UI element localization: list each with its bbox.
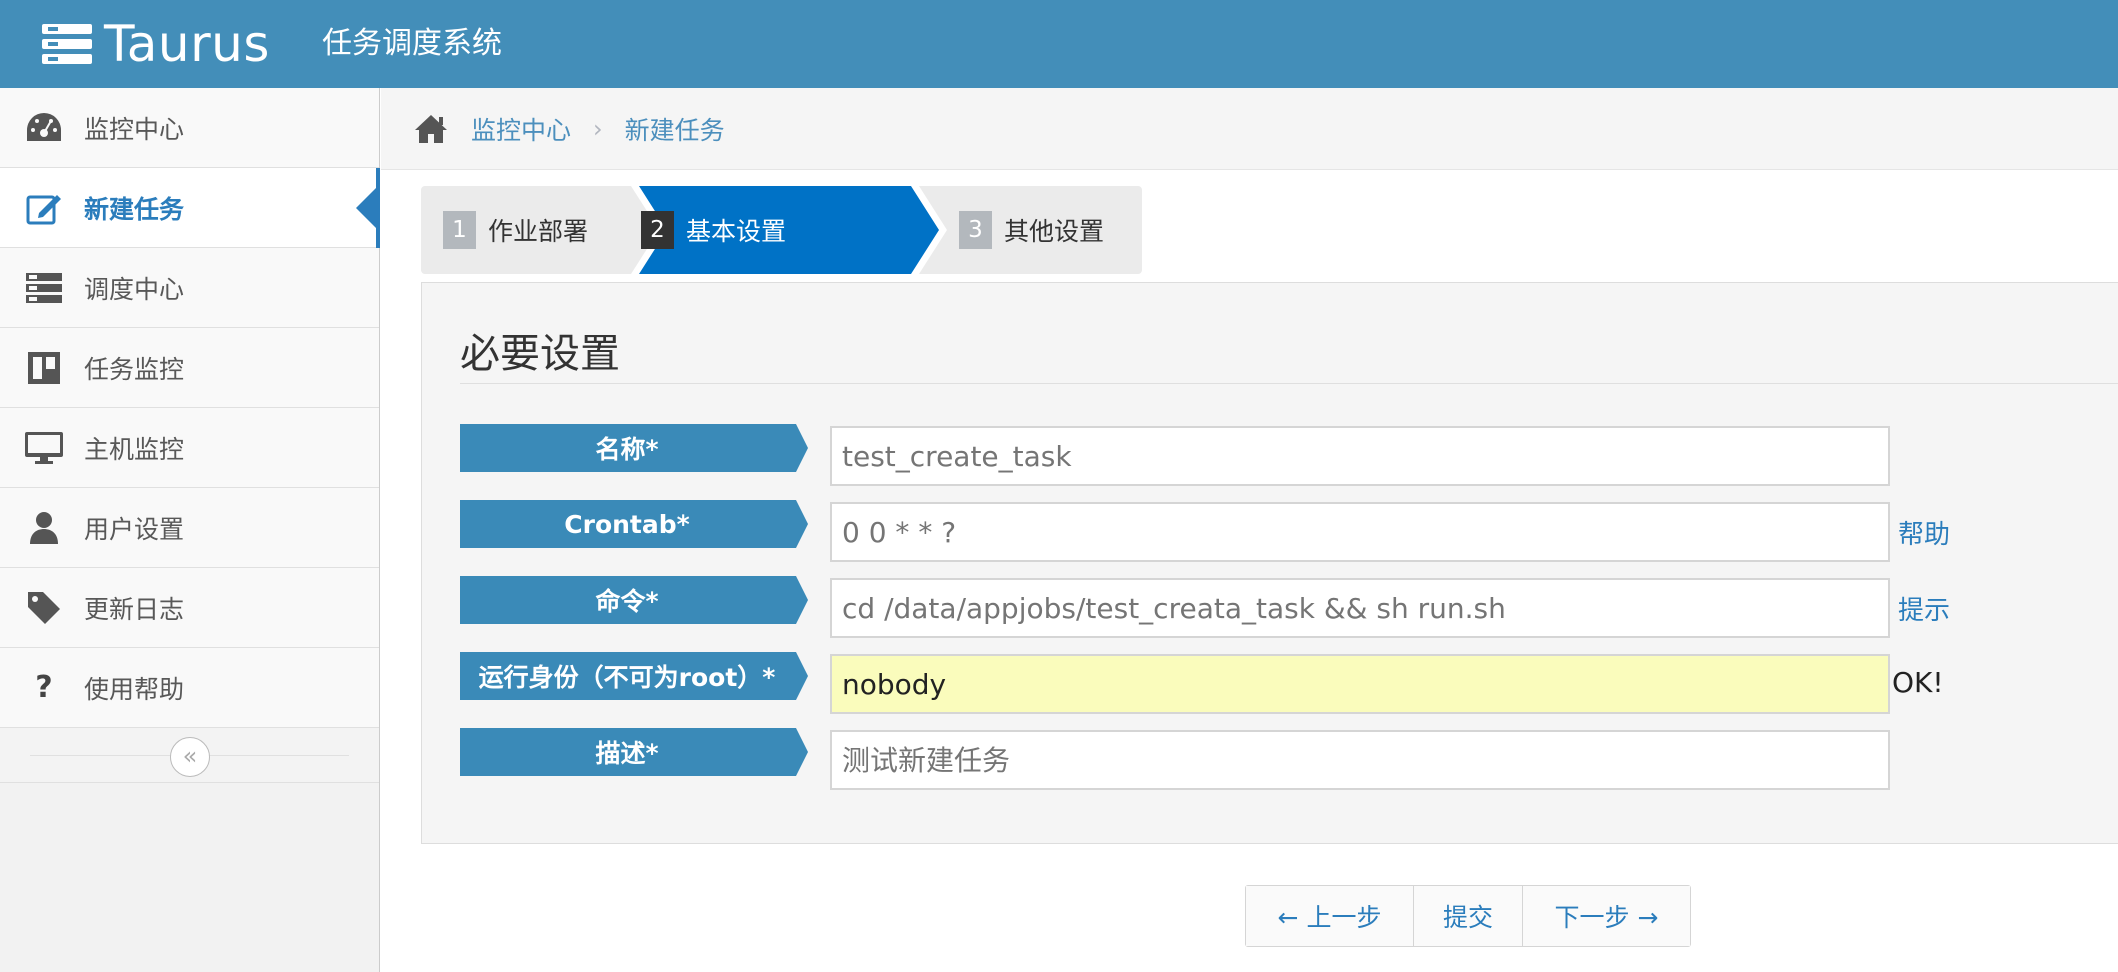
top-navbar: Taurus 任务调度系统 <box>0 0 2118 88</box>
sidebar-item-label: 任务监控 <box>84 354 185 384</box>
step-label: 作业部署 <box>488 217 589 246</box>
sidebar-item-label: 使用帮助 <box>84 674 185 704</box>
collapse-sidebar-button[interactable]: « <box>170 737 210 777</box>
sidebar-item-monitor-center[interactable]: 监控中心 <box>0 88 379 168</box>
run-as-user-input[interactable] <box>830 654 1890 714</box>
sidebar-item-label: 更新日志 <box>84 594 185 624</box>
desktop-icon <box>22 426 66 470</box>
dashboard-icon <box>22 106 66 150</box>
field-label: 描述* <box>460 728 808 776</box>
sidebar-item-user-settings[interactable]: 用户设置 <box>0 488 379 568</box>
sidebar-collapse-bar: « <box>0 728 379 783</box>
server-icon <box>22 266 66 310</box>
section-title: 必要设置 <box>460 331 620 377</box>
submit-button[interactable]: 提交 <box>1414 886 1523 946</box>
breadcrumb-link-monitor-center[interactable]: 监控中心 <box>471 111 571 147</box>
sidebar-item-label: 主机监控 <box>84 434 185 464</box>
command-hint-link[interactable]: 提示 <box>1898 590 1950 627</box>
wizard-step-3[interactable]: 3 其他设置 <box>959 186 1104 274</box>
form-panel: 必要设置 名称* Crontab* 帮助 命令* 提示 运行身份（不可为root… <box>421 282 2118 844</box>
breadcrumb-current: 新建任务 <box>624 115 725 145</box>
system-subtitle: 任务调度系统 <box>322 26 502 61</box>
tag-icon <box>22 586 66 630</box>
step-number: 1 <box>443 211 476 249</box>
question-icon: ? <box>35 670 53 705</box>
brand-link[interactable]: Taurus <box>42 0 270 88</box>
crontab-input[interactable] <box>830 502 1890 562</box>
brand-name: Taurus <box>104 15 270 73</box>
sidebar: 监控中心 新建任务 调度中心 任务监控 主机监控 用户设置 更新日志 ? 使用帮… <box>0 88 380 972</box>
command-input[interactable] <box>830 578 1890 638</box>
wizard-steps: 1 作业部署 2 基本设置 3 其他设置 <box>421 186 1142 274</box>
sidebar-item-changelog[interactable]: 更新日志 <box>0 568 379 648</box>
home-icon[interactable] <box>413 111 449 147</box>
sidebar-item-host-monitor[interactable]: 主机监控 <box>0 408 379 488</box>
description-input[interactable] <box>830 730 1890 790</box>
divider <box>460 383 2118 384</box>
user-icon <box>22 506 66 550</box>
sidebar-item-schedule-center[interactable]: 调度中心 <box>0 248 379 328</box>
name-input[interactable] <box>830 426 1890 486</box>
brand-logo-icon <box>42 24 92 64</box>
edit-icon <box>22 186 66 230</box>
breadcrumb: 监控中心 › 新建任务 <box>381 88 2118 170</box>
sidebar-item-label: 新建任务 <box>84 194 185 224</box>
field-label: 命令* <box>460 576 808 624</box>
previous-step-button[interactable]: ← 上一步 <box>1246 886 1414 946</box>
wizard-step-2[interactable]: 2 基本设置 <box>641 186 786 274</box>
sidebar-item-help[interactable]: ? 使用帮助 <box>0 648 379 728</box>
step-label: 基本设置 <box>686 217 787 246</box>
next-step-button[interactable]: 下一步 → <box>1523 886 1690 946</box>
step-number: 3 <box>959 211 992 249</box>
step-label: 其他设置 <box>1004 217 1105 246</box>
sidebar-item-new-task[interactable]: 新建任务 <box>0 168 380 248</box>
field-label: Crontab* <box>460 500 808 548</box>
board-icon <box>22 346 66 390</box>
step-number: 2 <box>641 211 674 249</box>
field-label: 运行身份（不可为root）* <box>460 652 808 700</box>
wizard-step-1[interactable]: 1 作业部署 <box>443 186 588 274</box>
sidebar-item-label: 调度中心 <box>84 274 185 304</box>
field-label: 名称* <box>460 424 808 472</box>
validation-status: OK! <box>1892 666 1944 699</box>
crontab-help-link[interactable]: 帮助 <box>1898 514 1950 551</box>
breadcrumb-separator-icon: › <box>593 114 603 143</box>
sidebar-item-label: 监控中心 <box>84 114 185 144</box>
sidebar-item-task-monitor[interactable]: 任务监控 <box>0 328 379 408</box>
sidebar-item-label: 用户设置 <box>84 514 185 544</box>
wizard-actions: ← 上一步 提交 下一步 → <box>1245 885 1691 947</box>
